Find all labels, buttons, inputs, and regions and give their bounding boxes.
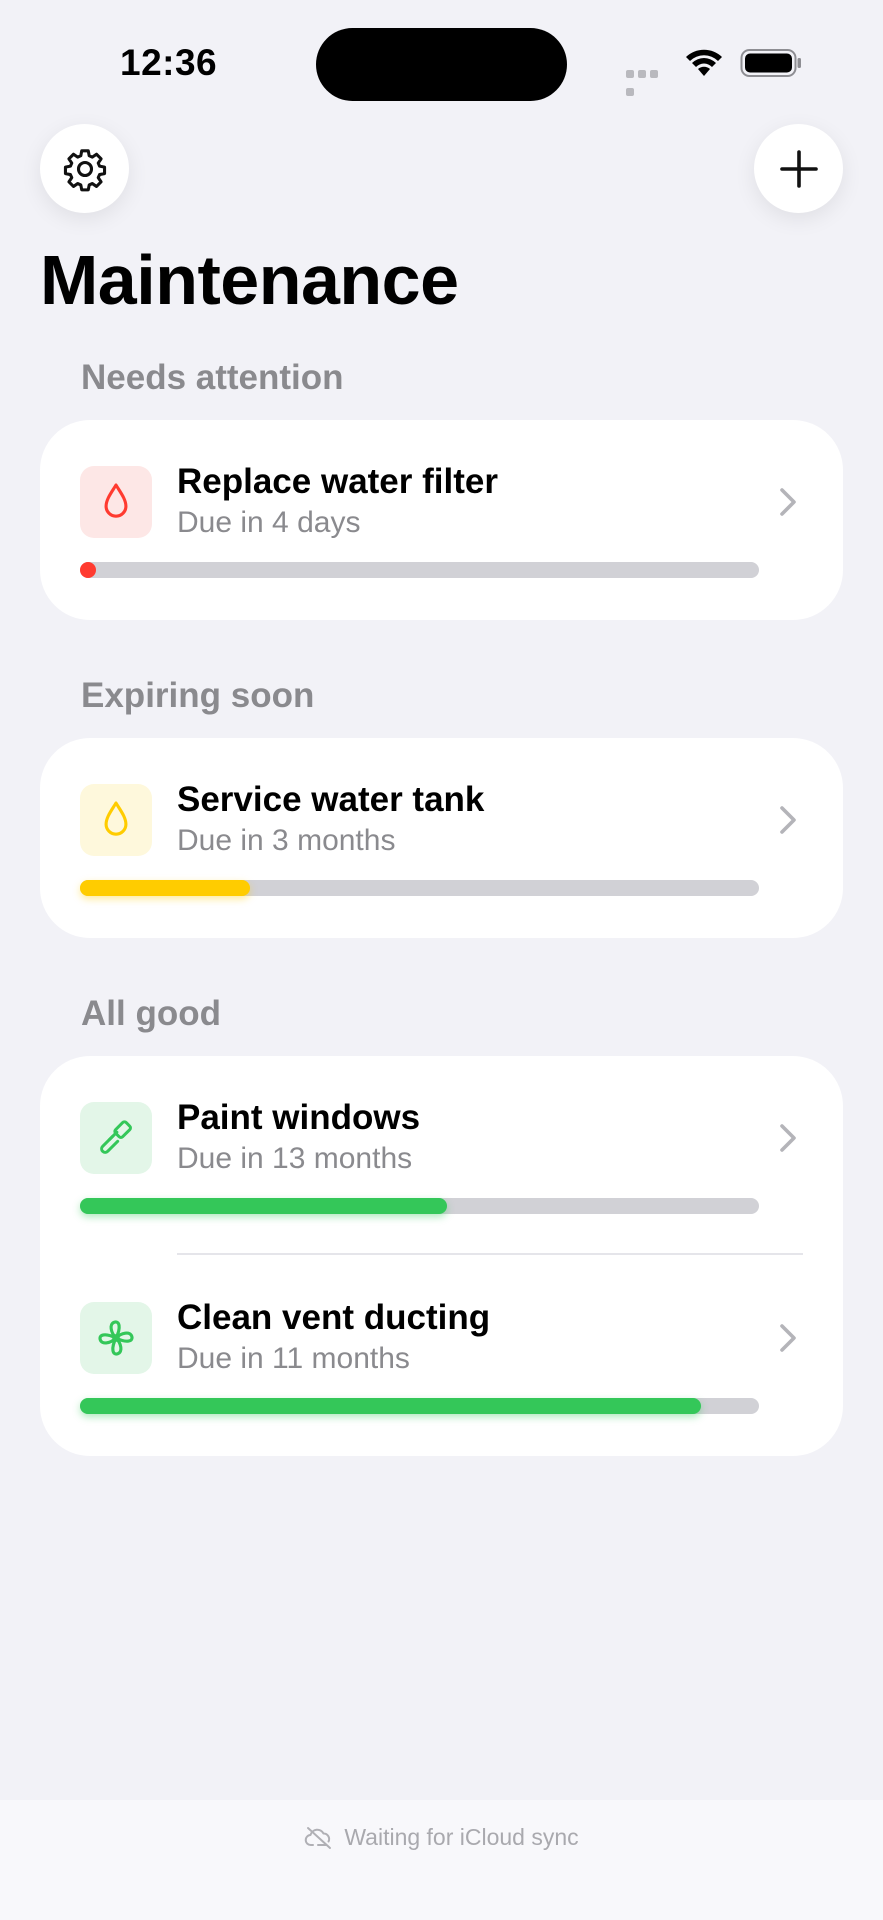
gear-icon: [63, 148, 106, 191]
card-expiring-soon: Service water tank Due in 3 months: [40, 738, 843, 938]
dynamic-island: [316, 28, 567, 101]
item-due: Due in 3 months: [177, 824, 396, 857]
progress-fill: [80, 562, 96, 578]
list-item[interactable]: Clean vent ducting Due in 11 months: [40, 1256, 843, 1456]
item-title: Clean vent ducting: [177, 1298, 491, 1337]
fan-icon-tile: [80, 1302, 152, 1374]
progress-track: [80, 1198, 759, 1214]
item-title: Replace water filter: [177, 462, 498, 501]
list-item[interactable]: Paint windows Due in 13 months: [40, 1056, 843, 1256]
add-button[interactable]: [754, 124, 843, 213]
sync-footer: Waiting for iCloud sync: [0, 1800, 883, 1920]
drop-icon-tile: [80, 466, 152, 538]
card-needs-attention: Replace water filter Due in 4 days: [40, 420, 843, 620]
section-header-all-good: All good: [81, 994, 221, 1033]
progress-track: [80, 1398, 759, 1414]
item-title: Service water tank: [177, 780, 485, 819]
progress-fill: [80, 1198, 447, 1214]
plus-icon: [779, 149, 818, 188]
fan-icon: [98, 1320, 134, 1356]
battery-icon: [740, 49, 801, 77]
progress-fill: [80, 880, 250, 896]
progress-track: [80, 562, 759, 578]
drop-icon-tile: [80, 784, 152, 856]
page-title: Maintenance: [40, 241, 459, 319]
wifi-icon: [686, 49, 722, 76]
cloud-slash-icon: [305, 1826, 332, 1849]
sync-status: Waiting for iCloud sync: [0, 1824, 883, 1851]
chevron-right-icon: [780, 806, 796, 834]
section-header-expiring-soon: Expiring soon: [81, 676, 315, 715]
chevron-right-icon: [780, 1324, 796, 1352]
list-item[interactable]: Service water tank Due in 3 months: [40, 738, 843, 938]
signal-dots-icon: [626, 70, 672, 96]
status-time: 12:36: [120, 42, 218, 83]
item-due: Due in 11 months: [177, 1342, 410, 1375]
section-header-needs-attention: Needs attention: [81, 358, 344, 397]
card-all-good: Paint windows Due in 13 months Clean ven…: [40, 1056, 843, 1456]
item-title: Paint windows: [177, 1098, 421, 1137]
chevron-right-icon: [780, 1124, 796, 1152]
chevron-right-icon: [780, 488, 796, 516]
item-due: Due in 4 days: [177, 506, 361, 539]
paintbrush-icon: [100, 1120, 132, 1154]
paintbrush-icon-tile: [80, 1102, 152, 1174]
drop-icon: [104, 483, 128, 518]
progress-fill: [80, 1398, 702, 1414]
sync-text: Waiting for iCloud sync: [344, 1824, 579, 1850]
drop-icon: [104, 801, 128, 836]
progress-track: [80, 880, 759, 896]
settings-button[interactable]: [40, 124, 129, 213]
item-due: Due in 13 months: [177, 1142, 413, 1175]
row-divider: [177, 1253, 803, 1255]
list-item[interactable]: Replace water filter Due in 4 days: [40, 420, 843, 620]
